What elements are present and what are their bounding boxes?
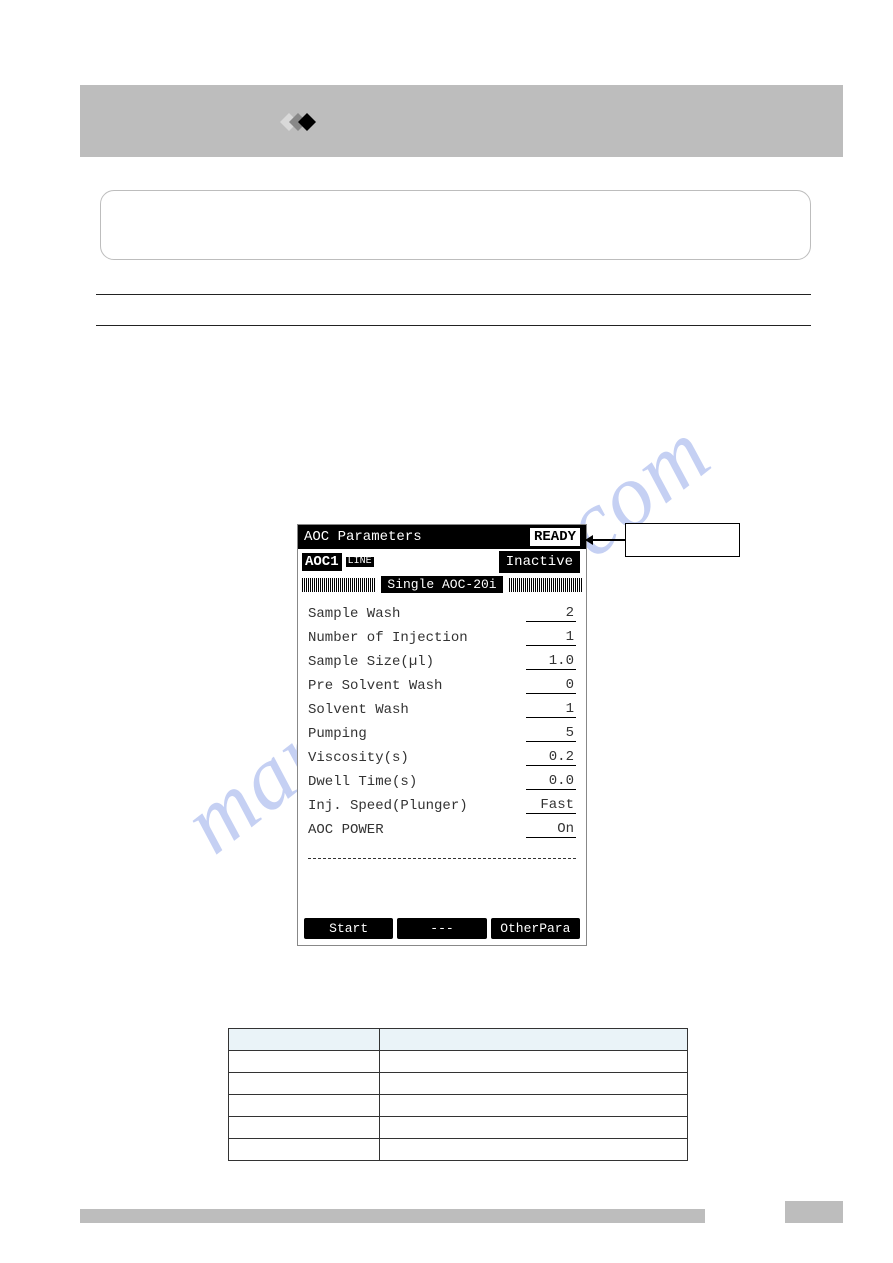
table-header — [229, 1029, 380, 1051]
barcode-left — [302, 578, 375, 592]
param-value[interactable]: 5 — [526, 725, 576, 742]
table-cell — [229, 1073, 380, 1095]
param-value[interactable]: 2 — [526, 605, 576, 622]
ready-badge: READY — [530, 528, 580, 546]
param-list: Sample Wash 2 Number of Injection 1 Sample… — [298, 596, 586, 840]
section-rule-top — [96, 294, 811, 295]
table-row — [229, 1117, 688, 1139]
param-label: AOC POWER — [308, 822, 384, 838]
param-value[interactable]: 1 — [526, 629, 576, 646]
lcd-footer: Start --- OtherPara — [304, 918, 580, 939]
footer-bar-right — [785, 1201, 843, 1223]
inactive-badge: Inactive — [499, 551, 580, 573]
top-banner — [80, 85, 843, 157]
param-value[interactable]: 0.2 — [526, 749, 576, 766]
param-label: Inj. Speed(Plunger) — [308, 798, 468, 814]
table-cell — [380, 1139, 688, 1161]
param-value[interactable]: 0 — [526, 677, 576, 694]
param-row: AOC POWER On — [308, 814, 576, 838]
param-row: Dwell Time(s) 0.0 — [308, 766, 576, 790]
otherpara-button[interactable]: OtherPara — [491, 918, 580, 939]
param-value[interactable]: 1 — [526, 701, 576, 718]
table-cell — [380, 1117, 688, 1139]
param-row: Pre Solvent Wash 0 — [308, 670, 576, 694]
param-label: Dwell Time(s) — [308, 774, 417, 790]
lcd-screenshot: AOC Parameters READY AOC1 LINE Inactive … — [297, 524, 587, 946]
note-box — [100, 190, 811, 260]
table-row — [229, 1073, 688, 1095]
param-value[interactable]: Fast — [526, 797, 576, 814]
param-row: Number of Injection 1 — [308, 622, 576, 646]
table-row — [229, 1095, 688, 1117]
callout-box — [625, 523, 740, 557]
dash-button[interactable]: --- — [397, 918, 486, 939]
table-row — [229, 1139, 688, 1161]
param-label: Pre Solvent Wash — [308, 678, 442, 694]
param-value[interactable]: 1.0 — [526, 653, 576, 670]
table-cell — [229, 1117, 380, 1139]
section-rule-bottom — [96, 325, 811, 326]
param-label: Viscosity(s) — [308, 750, 409, 766]
param-value[interactable]: 0.0 — [526, 773, 576, 790]
param-label: Sample Wash — [308, 606, 400, 622]
param-row: Inj. Speed(Plunger) Fast — [308, 790, 576, 814]
banner-arrow-icon — [280, 107, 330, 142]
param-row: Viscosity(s) 0.2 — [308, 742, 576, 766]
table-cell — [229, 1095, 380, 1117]
table-header — [380, 1029, 688, 1051]
callout-arrow-icon — [586, 539, 626, 541]
line-icon: LINE — [346, 557, 374, 567]
barcode-row: Single AOC-20i — [298, 575, 586, 596]
param-label: Sample Size(µl) — [308, 654, 434, 670]
start-button[interactable]: Start — [304, 918, 393, 939]
param-label: Solvent Wash — [308, 702, 409, 718]
param-label: Number of Injection — [308, 630, 468, 646]
param-row: Sample Size(µl) 1.0 — [308, 646, 576, 670]
lcd-header: AOC Parameters READY — [298, 525, 586, 549]
table-cell — [229, 1139, 380, 1161]
aoc1-tag: AOC1 — [302, 553, 342, 571]
param-row: Pumping 5 — [308, 718, 576, 742]
param-label: Pumping — [308, 726, 367, 742]
lcd-title: AOC Parameters — [304, 529, 422, 545]
lcd-subheader: AOC1 LINE Inactive — [298, 549, 586, 575]
footer-table — [228, 1028, 688, 1161]
barcode-label: Single AOC-20i — [381, 576, 502, 593]
param-row: Solvent Wash 1 — [308, 694, 576, 718]
table-cell — [380, 1073, 688, 1095]
param-value[interactable]: On — [526, 821, 576, 838]
footer-bar-left — [80, 1209, 705, 1223]
table-cell — [229, 1051, 380, 1073]
dotted-divider — [308, 858, 576, 859]
table-row — [229, 1051, 688, 1073]
table-cell — [380, 1051, 688, 1073]
table-cell — [380, 1095, 688, 1117]
barcode-right — [509, 578, 582, 592]
param-row: Sample Wash 2 — [308, 598, 576, 622]
